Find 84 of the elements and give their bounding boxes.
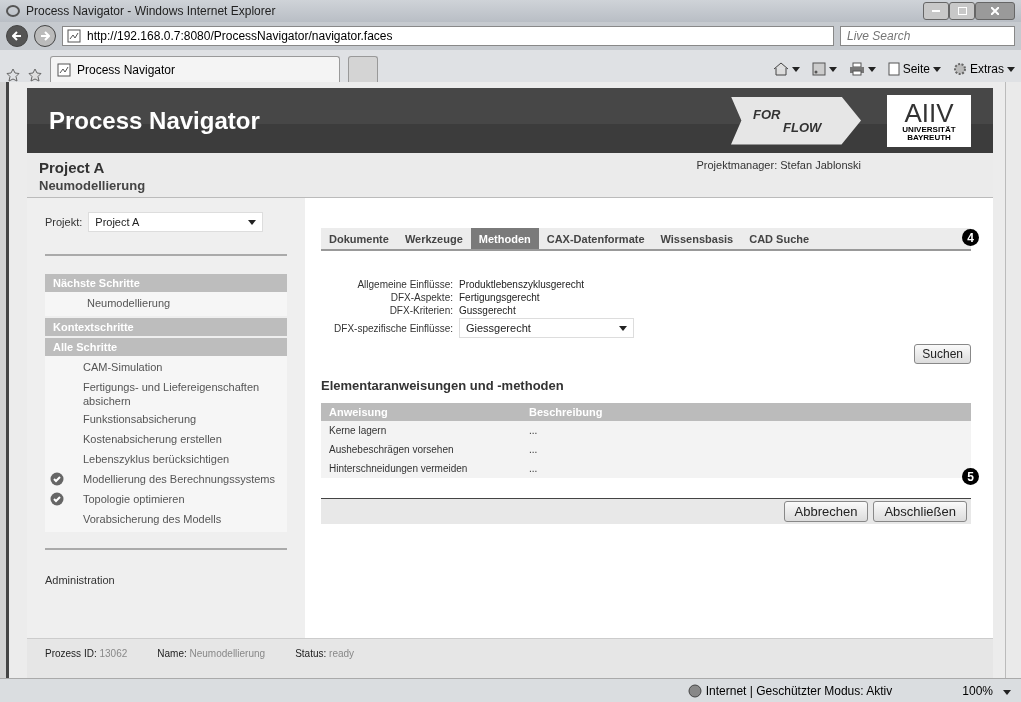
page-icon — [57, 62, 71, 77]
tab[interactable]: Werkzeuge — [396, 228, 471, 249]
callout-badge: 4 — [962, 229, 979, 246]
column-header: Beschreibung — [521, 403, 971, 421]
page-icon[interactable] — [887, 62, 900, 76]
minimize-icon — [932, 10, 940, 12]
field-label: DFX-Kriterien: — [388, 305, 453, 316]
step-item[interactable]: Lebenszyklus berücksichtigen — [45, 450, 287, 470]
tab[interactable]: Dokumente — [321, 228, 397, 249]
feed-icon[interactable] — [811, 62, 826, 76]
address-field[interactable]: http://192.168.0.7:8080/ProcessNavigator/navigator.faces — [62, 26, 834, 46]
minimize-button[interactable] — [923, 2, 949, 20]
table-cell: Hinterschneidungen vermeiden — [321, 459, 521, 478]
dropdown-caret-icon — [791, 66, 800, 72]
gear-icon[interactable] — [953, 62, 967, 76]
action-button[interactable]: Abbrechen — [783, 501, 869, 522]
back-button[interactable] — [6, 25, 28, 47]
add-favorite-icon[interactable] — [28, 68, 42, 82]
project-label: Projekt: — [45, 216, 83, 228]
search-button[interactable]: Suchen — [914, 344, 971, 364]
maximize-button[interactable] — [949, 2, 975, 20]
step-item[interactable]: Fertigungs- und Liefereigenschaften absichern — [45, 378, 287, 410]
footer-field: Status: ready — [295, 648, 355, 659]
section-title: Elementaranweisungen und -methoden — [321, 378, 565, 393]
forward-button[interactable] — [34, 25, 56, 47]
app-title: Process Navigator — [49, 106, 260, 135]
step-item[interactable]: Funkstionsabsicherung — [45, 410, 287, 430]
influence-select[interactable]: Giessgerecht — [459, 318, 634, 338]
print-icon[interactable] — [848, 62, 865, 76]
back-arrow-icon — [12, 31, 22, 41]
dropdown-caret-icon — [1007, 66, 1015, 72]
administration-link[interactable]: Administration — [45, 574, 287, 586]
dropdown-caret-icon — [248, 219, 257, 225]
forflow-logo: FOR FLOW — [731, 96, 861, 145]
field-value: Gussgerecht — [459, 305, 517, 316]
table-cell: Kerne lagern — [321, 421, 521, 440]
dropdown-caret-icon — [619, 325, 627, 331]
browser-icon — [6, 4, 20, 18]
footer-field: Prozess ID: 13062 — [45, 648, 128, 659]
dropdown-caret-icon — [933, 66, 941, 72]
menu-label[interactable]: Extras — [970, 62, 1004, 76]
step-item[interactable]: Topologie optimieren — [45, 490, 287, 510]
tab[interactable]: Methoden — [470, 228, 539, 249]
aiiv-logo: AIIV UNIVERSITÄT BAYREUTH — [887, 94, 971, 147]
step-item[interactable]: Modellierung des Berechnungssystems — [45, 470, 287, 490]
menu-label[interactable]: Seite — [902, 62, 930, 76]
globe-icon — [687, 683, 702, 698]
dropdown-caret-icon — [828, 66, 837, 72]
project-manager: Projektmanager: Stefan Jablonski — [696, 159, 861, 173]
dropdown-caret-icon — [867, 66, 876, 72]
browser-tab[interactable]: Process Navigator — [50, 56, 340, 82]
tab[interactable]: CAD Suche — [741, 228, 818, 249]
tab[interactable]: Wissensbasis — [652, 228, 742, 249]
dropdown-caret-icon — [1003, 689, 1011, 695]
step-item[interactable]: Neumodellierung — [45, 294, 287, 314]
footer-field: Name: Neumodellierung — [157, 648, 266, 659]
home-icon[interactable] — [772, 62, 789, 76]
field-label: DFX-spezifische Einflüsse: — [333, 322, 453, 334]
favorites-star-icon[interactable] — [6, 68, 20, 82]
table-cell: Aushebeschrägen vorsehen — [321, 440, 521, 459]
table-cell: ... — [521, 440, 971, 459]
forward-arrow-icon — [40, 31, 50, 41]
field-value: Produktlebenszyklusgerecht — [459, 279, 586, 290]
close-icon — [991, 7, 999, 15]
action-button[interactable]: Abschließen — [873, 501, 967, 522]
field-label: Allgemeine Einflüsse: — [356, 279, 453, 290]
step-item[interactable]: CAM-Simulation — [45, 358, 287, 378]
maximize-icon — [957, 7, 967, 15]
step-name: Neumodellierung — [39, 178, 146, 193]
step-item[interactable]: Kostenabsicherung erstellen — [45, 430, 287, 450]
project-name: Project A — [39, 159, 106, 176]
search-field[interactable]: Live Search — [840, 26, 1015, 46]
page-icon — [67, 29, 81, 43]
tab[interactable]: CAX-Datenformate — [538, 228, 653, 249]
zoom-level[interactable]: 100% — [962, 683, 993, 698]
security-zone: Internet | Geschützter Modus: Aktiv — [705, 683, 893, 698]
project-select[interactable]: Project A — [88, 212, 264, 232]
step-item[interactable]: Vorabsicherung des Modells — [45, 510, 287, 530]
field-label: DFX-Aspekte: — [389, 292, 453, 303]
column-header: Anweisung — [321, 403, 521, 421]
close-button[interactable] — [975, 2, 1015, 20]
window-title: Process Navigator - Windows Internet Explorer — [26, 4, 276, 18]
table-cell: ... — [521, 421, 971, 440]
field-value: Fertigungsgerecht — [459, 292, 541, 303]
